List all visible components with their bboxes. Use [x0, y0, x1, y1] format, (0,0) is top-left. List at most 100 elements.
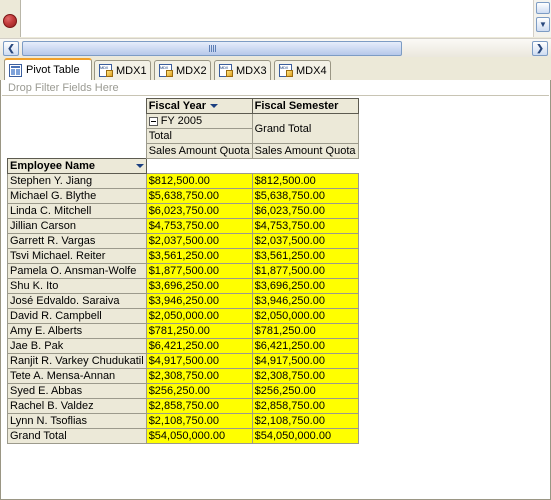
table-row[interactable]: David R. Campbell $2,050,000.00 $2,050,000…	[7, 308, 359, 324]
measure-header-1: Sales Amount Quota	[145, 143, 253, 159]
column-member-fy2005[interactable]: FY 2005	[145, 113, 253, 129]
row-header-cell[interactable]: Tete A. Mensa-Annan	[7, 368, 147, 384]
row-header-cell[interactable]: José Edvaldo. Saraiva	[7, 293, 147, 309]
data-cell-grand-total[interactable]: $781,250.00	[251, 323, 359, 339]
data-cell-grand-total[interactable]: $812,500.00	[251, 173, 359, 189]
data-cell-fy2005[interactable]: $256,250.00	[145, 383, 253, 399]
data-cell-grand-total[interactable]: $2,308,750.00	[251, 368, 359, 384]
code-text-area[interactable]: /* Applying a calculation to the subcube…	[22, 0, 533, 37]
table-row[interactable]: Tete A. Mensa-Annan $2,308,750.00 $2,308,7…	[7, 368, 359, 384]
editor-horizontal-scrollbar[interactable]: ❮ ❯	[0, 38, 551, 57]
mdx-script-editor[interactable]: /* Applying a calculation to the subcube…	[0, 0, 551, 37]
data-cell-fy2005[interactable]: $2,858,750.00	[145, 398, 253, 414]
mdx-script-icon	[219, 64, 233, 77]
table-row[interactable]: Garrett R. Vargas $2,037,500.00 $2,037,500…	[7, 233, 359, 249]
data-cell-fy2005[interactable]: $2,308,750.00	[145, 368, 253, 384]
row-header-cell[interactable]: Jae B. Pak	[7, 338, 147, 354]
row-header-cell[interactable]: Grand Total	[7, 428, 147, 444]
row-header-cell[interactable]: Linda C. Mitchell	[7, 203, 147, 219]
data-cell-grand-total[interactable]: $3,561,250.00	[251, 248, 359, 264]
data-cell-grand-total[interactable]: $2,037,500.00	[251, 233, 359, 249]
row-header-cell[interactable]: Pamela O. Ansman-Wolfe	[7, 263, 147, 279]
row-header-cell[interactable]: Syed E. Abbas	[7, 383, 147, 399]
chevron-down-icon[interactable]: ▼	[536, 17, 550, 32]
row-header-cell[interactable]: Lynn N. Tsoflias	[7, 413, 147, 429]
row-header-cell[interactable]: Garrett R. Vargas	[7, 233, 147, 249]
table-row[interactable]: Syed E. Abbas $256,250.00 $256,250.00	[7, 383, 359, 399]
table-row[interactable]: Stephen Y. Jiang $812,500.00 $812,500.00	[7, 173, 359, 189]
column-field-fiscal-semester[interactable]: Fiscal Semester	[251, 98, 359, 114]
table-row[interactable]: Michael G. Blythe $5,638,750.00 $5,638,750…	[7, 188, 359, 204]
mdx-script-icon	[99, 64, 113, 77]
data-cell-fy2005[interactable]: $2,037,500.00	[145, 233, 253, 249]
data-cell-grand-total[interactable]: $4,753,750.00	[251, 218, 359, 234]
tab-mdx1[interactable]: MDX1	[94, 60, 151, 80]
data-cell-fy2005[interactable]: $3,946,250.00	[145, 293, 253, 309]
data-cell-fy2005[interactable]: $1,877,500.00	[145, 263, 253, 279]
chevron-down-icon[interactable]	[135, 164, 144, 168]
row-header-cell[interactable]: Tsvi Michael. Reiter	[7, 248, 147, 264]
editor-vertical-scrollbar[interactable]: ▼	[533, 0, 551, 37]
row-header-cell[interactable]: Amy E. Alberts	[7, 323, 147, 339]
table-row[interactable]: José Edvaldo. Saraiva $3,946,250.00 $3,946…	[7, 293, 359, 309]
data-cell-fy2005[interactable]: $781,250.00	[145, 323, 253, 339]
table-row[interactable]: Pamela O. Ansman-Wolfe $1,877,500.00 $1,87…	[7, 263, 359, 279]
tab-mdx3[interactable]: MDX3	[214, 60, 271, 80]
data-cell-fy2005[interactable]: $5,638,750.00	[145, 188, 253, 204]
table-row[interactable]: Linda C. Mitchell $6,023,750.00 $6,023,750…	[7, 203, 359, 219]
table-row[interactable]: Rachel B. Valdez $2,858,750.00 $2,858,750.…	[7, 398, 359, 414]
data-cell-fy2005[interactable]: $4,917,500.00	[145, 353, 253, 369]
chevron-down-icon[interactable]	[209, 104, 218, 109]
breakpoint-icon[interactable]	[3, 14, 17, 28]
data-cell-grand-total[interactable]: $256,250.00	[251, 383, 359, 399]
data-cell-grand-total[interactable]: $3,696,250.00	[251, 278, 359, 294]
table-row[interactable]: Lynn N. Tsoflias $2,108,750.00 $2,108,750.…	[7, 413, 359, 429]
tab-mdx2[interactable]: MDX2	[154, 60, 211, 80]
data-cell-grand-total[interactable]: $2,858,750.00	[251, 398, 359, 414]
row-header-cell[interactable]: Shu K. Ito	[7, 278, 147, 294]
data-cell-fy2005[interactable]: $812,500.00	[145, 173, 253, 189]
horizontal-scroll-thumb[interactable]	[22, 41, 402, 56]
data-cell-fy2005[interactable]: $54,050,000.00	[145, 428, 253, 444]
tab-mdx4[interactable]: MDX4	[274, 60, 331, 80]
data-cell-fy2005[interactable]: $4,753,750.00	[145, 218, 253, 234]
data-cell-grand-total[interactable]: $2,108,750.00	[251, 413, 359, 429]
table-row[interactable]: Jillian Carson $4,753,750.00 $4,753,750.00	[7, 218, 359, 234]
row-header-cell[interactable]: Michael G. Blythe	[7, 188, 147, 204]
row-header-cell[interactable]: Jillian Carson	[7, 218, 147, 234]
scroll-right-icon[interactable]: ❯	[532, 41, 548, 56]
column-field-fiscal-year[interactable]: Fiscal Year	[145, 98, 253, 114]
row-header-cell[interactable]: Stephen Y. Jiang	[7, 173, 147, 189]
data-cell-grand-total[interactable]: $3,946,250.00	[251, 293, 359, 309]
table-row[interactable]: Ranjit R. Varkey Chudukatil $4,917,500.00…	[7, 353, 359, 369]
data-cell-grand-total[interactable]: $5,638,750.00	[251, 188, 359, 204]
row-field-employee-name[interactable]: Employee Name	[7, 158, 147, 174]
data-cell-grand-total[interactable]: $1,877,500.00	[251, 263, 359, 279]
data-cell-grand-total[interactable]: $54,050,000.00	[251, 428, 359, 444]
vertical-scroll-thumb[interactable]	[536, 2, 550, 14]
table-row[interactable]: Amy E. Alberts $781,250.00 $781,250.00	[7, 323, 359, 339]
row-header-cell[interactable]: Rachel B. Valdez	[7, 398, 147, 414]
row-header-cell[interactable]: David R. Campbell	[7, 308, 147, 324]
tab-pivot-table[interactable]: Pivot Table	[4, 58, 92, 80]
data-cell-grand-total[interactable]: $2,050,000.00	[251, 308, 359, 324]
data-cell-grand-total[interactable]: $4,917,500.00	[251, 353, 359, 369]
data-cell-fy2005[interactable]: $6,421,250.00	[145, 338, 253, 354]
editor-gutter	[0, 0, 21, 37]
tab-pivot-table-label: Pivot Table	[26, 64, 80, 76]
table-row[interactable]: Grand Total $54,050,000.00 $54,050,000.00	[7, 428, 359, 444]
data-cell-grand-total[interactable]: $6,421,250.00	[251, 338, 359, 354]
scroll-left-icon[interactable]: ❮	[3, 41, 19, 56]
collapse-icon[interactable]	[148, 116, 158, 126]
table-row[interactable]: Tsvi Michael. Reiter $3,561,250.00 $3,561,…	[7, 248, 359, 264]
data-cell-fy2005[interactable]: $3,561,250.00	[145, 248, 253, 264]
data-cell-fy2005[interactable]: $2,050,000.00	[145, 308, 253, 324]
table-row[interactable]: Jae B. Pak $6,421,250.00 $6,421,250.00	[7, 338, 359, 354]
filter-drop-zone[interactable]: Drop Filter Fields Here	[2, 81, 549, 96]
data-cell-fy2005[interactable]: $6,023,750.00	[145, 203, 253, 219]
row-header-cell[interactable]: Ranjit R. Varkey Chudukatil	[7, 353, 147, 369]
table-row[interactable]: Shu K. Ito $3,696,250.00 $3,696,250.00	[7, 278, 359, 294]
data-cell-fy2005[interactable]: $2,108,750.00	[145, 413, 253, 429]
data-cell-grand-total[interactable]: $6,023,750.00	[251, 203, 359, 219]
data-cell-fy2005[interactable]: $3,696,250.00	[145, 278, 253, 294]
